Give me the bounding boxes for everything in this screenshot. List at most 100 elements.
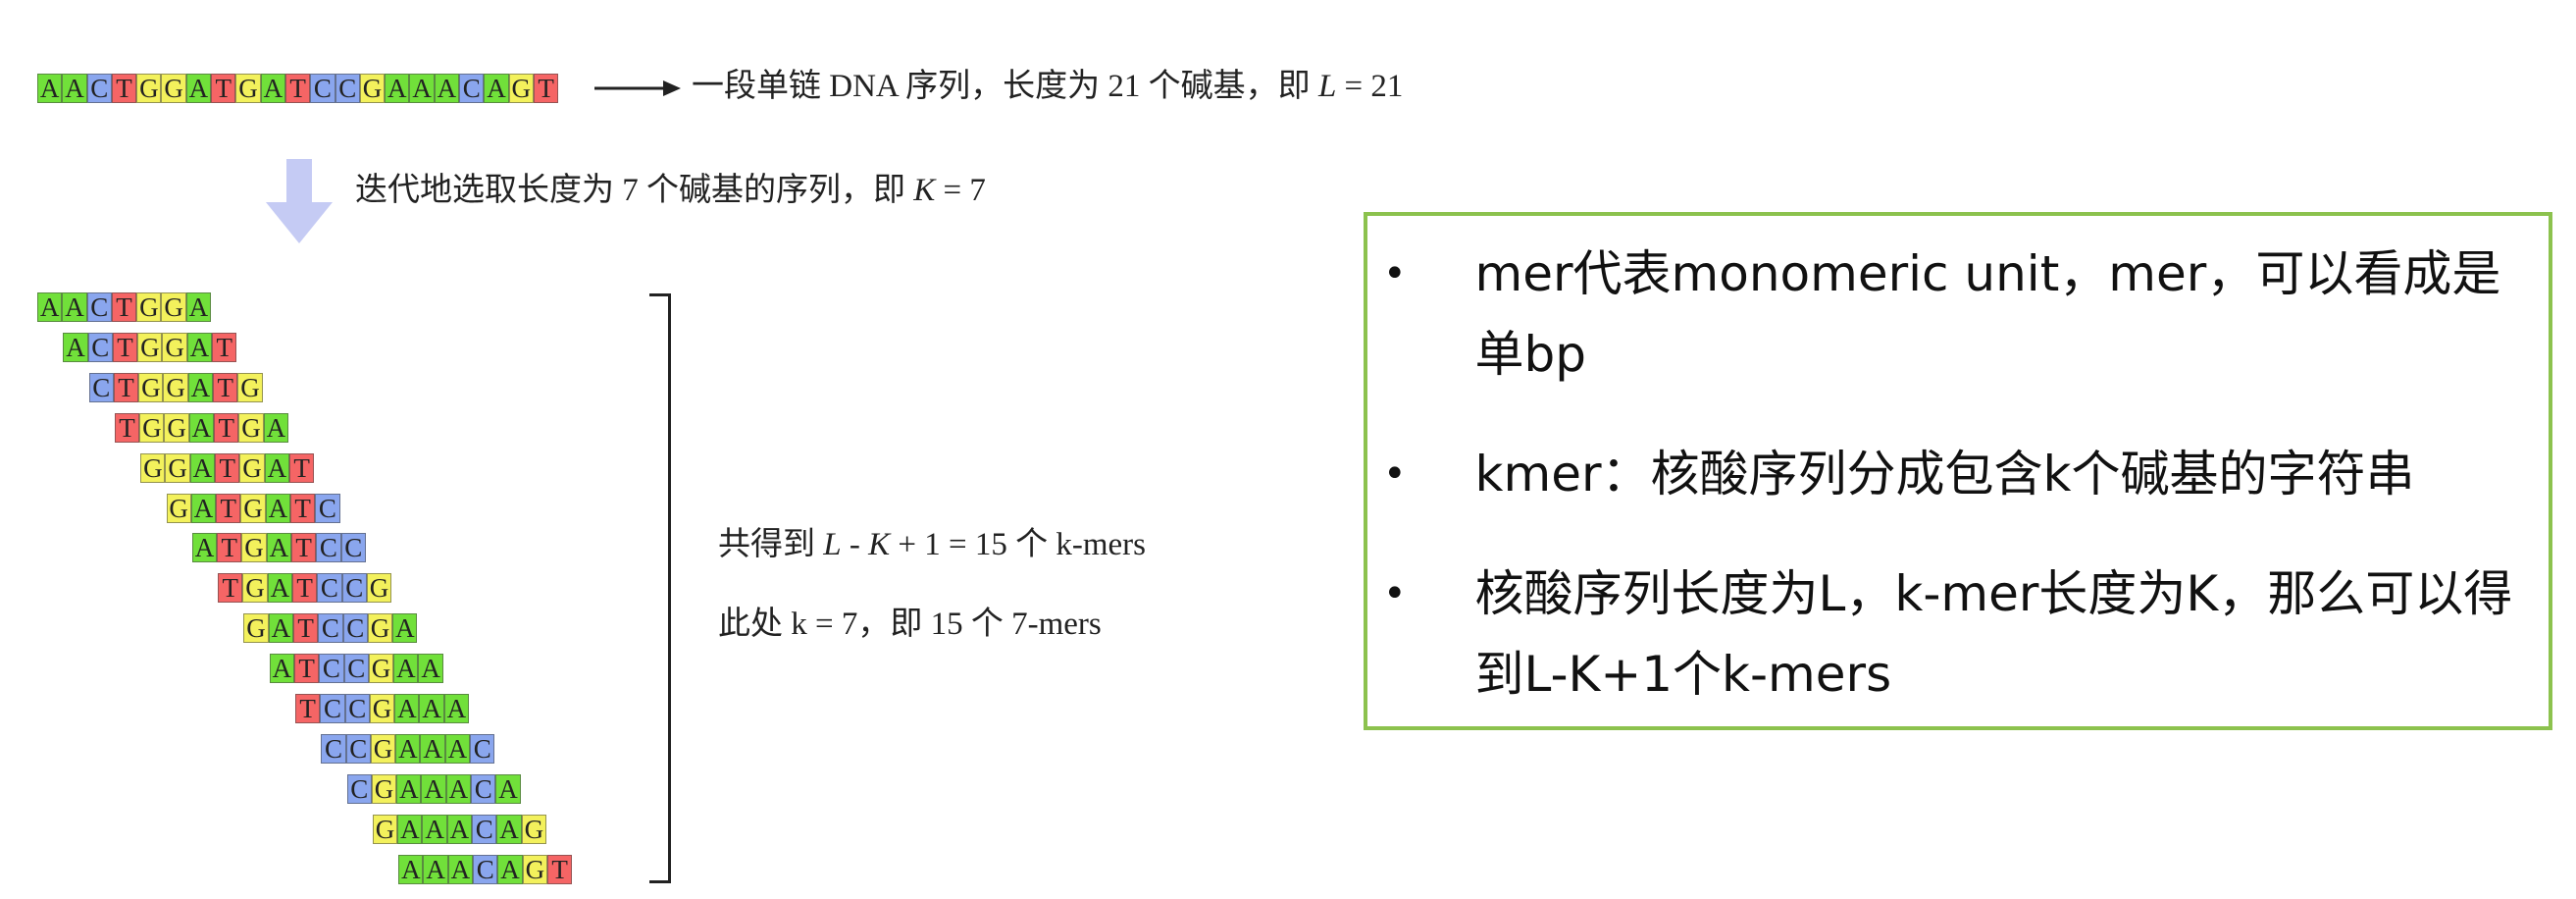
nucleotide-T: T <box>113 372 139 402</box>
nucleotide-G: G <box>162 332 187 362</box>
nucleotide-T: T <box>218 573 243 604</box>
nucleotide-A: A <box>397 814 423 844</box>
nucleotide-T: T <box>112 332 138 362</box>
kmer-bracket <box>649 293 671 883</box>
nucleotide-C: C <box>470 733 495 764</box>
kmer-row: AACTGGA <box>37 292 212 322</box>
nucleotide-G: G <box>371 773 397 804</box>
kmer-row: GATCCGA <box>243 613 418 644</box>
nucleotide-G: G <box>137 332 163 362</box>
nucleotide-T: T <box>216 493 241 523</box>
nucleotide-C: C <box>346 773 372 804</box>
nucleotide-T: T <box>295 694 321 723</box>
nucleotide-G: G <box>521 814 546 844</box>
kmer-row: CTGGATG <box>88 372 263 402</box>
nucleotide-T: T <box>214 412 239 443</box>
nucleotide-A: A <box>188 412 215 443</box>
nucleotide-G: G <box>368 654 394 684</box>
nucleotide-G: G <box>239 452 265 483</box>
nucleotide-G: G <box>138 372 164 402</box>
nucleotide-C: C <box>345 733 371 764</box>
nucleotide-C: C <box>321 733 346 764</box>
nucleotide-A: A <box>392 613 418 644</box>
nucleotide-G: G <box>240 493 266 523</box>
nucleotide-T: T <box>290 533 317 563</box>
nucleotide-A: A <box>189 452 216 483</box>
nucleotide-A: A <box>265 493 290 523</box>
nucleotide-T: T <box>114 412 140 443</box>
nucleotide-G: G <box>243 613 269 644</box>
nucleotide-T: T <box>292 613 319 644</box>
nucleotide-C: C <box>316 533 341 563</box>
nucleotide-A: A <box>186 332 213 362</box>
nucleotide-A: A <box>63 332 88 362</box>
nucleotide-A: A <box>395 733 421 764</box>
nucleotide-C: C <box>318 613 343 644</box>
bullet-icon: • <box>1383 571 1407 616</box>
nucleotide-C: C <box>86 292 112 322</box>
nucleotide-C: C <box>343 654 369 684</box>
nucleotide-G: G <box>163 372 188 402</box>
nucleotide-C: C <box>471 773 496 804</box>
nucleotide-G: G <box>370 733 396 764</box>
bullet-icon: • <box>1383 251 1407 296</box>
nucleotide-G: G <box>166 493 191 523</box>
nucleotide-A: A <box>421 773 446 804</box>
nucleotide-G: G <box>238 412 264 443</box>
kmer-count-example: 此处 k = 7，即 15 个 7-mers <box>718 607 1102 642</box>
nucleotide-A: A <box>191 533 218 563</box>
nucleotide-G: G <box>241 533 267 563</box>
nucleotide-C: C <box>317 573 342 604</box>
nucleotide-T: T <box>546 854 573 884</box>
kmer-row: TCCGAAA <box>295 694 470 723</box>
nucleotide-G: G <box>242 573 268 604</box>
nucleotide-G: G <box>522 854 547 884</box>
nucleotide-A: A <box>419 694 444 723</box>
kmer-row: TGGATGA <box>114 412 288 443</box>
nucleotide-A: A <box>446 814 473 844</box>
nucleotide-A: A <box>443 694 470 723</box>
nucleotide-A: A <box>420 733 445 764</box>
nucleotide-A: A <box>269 654 294 684</box>
nucleotide-A: A <box>263 412 288 443</box>
nucleotide-C: C <box>315 493 340 523</box>
kmer-row: CGAAACA <box>346 773 521 804</box>
nucleotide-T: T <box>213 372 238 402</box>
nucleotide-C: C <box>88 372 114 402</box>
nucleotide-A: A <box>396 773 422 804</box>
nucleotide-C: C <box>320 694 345 723</box>
nucleotide-T: T <box>288 452 315 483</box>
nucleotide-A: A <box>495 773 521 804</box>
nucleotide-A: A <box>447 854 474 884</box>
kmer-row: AAACAGT <box>398 854 573 884</box>
nucleotide-A: A <box>268 613 293 644</box>
nucleotide-A: A <box>496 814 522 844</box>
nucleotide-G: G <box>140 452 166 483</box>
nucleotide-G: G <box>139 412 165 443</box>
nucleotide-A: A <box>423 854 448 884</box>
nucleotide-A: A <box>394 694 420 723</box>
kmer-row: GATGATC <box>166 493 340 523</box>
nucleotide-T: T <box>215 452 240 483</box>
kmer-row: ATCCGAA <box>269 654 443 684</box>
nucleotide-T: T <box>291 573 318 604</box>
nucleotide-C: C <box>342 613 368 644</box>
notes-item: • mer代表monomeric unit，mer，可以看成是单bp <box>1381 234 2549 395</box>
full-sequence-caption: 一段单链 DNA 序列，长度为 21 个碱基，即 L = 21 <box>692 69 1404 104</box>
nucleotide-C: C <box>341 573 367 604</box>
nucleotide-A: A <box>398 854 424 884</box>
nucleotide-C: C <box>319 654 344 684</box>
nucleotide-A: A <box>62 292 87 322</box>
nucleotide-T: T <box>289 493 316 523</box>
nucleotide-A: A <box>393 654 419 684</box>
nucleotide-G: G <box>136 292 162 322</box>
nucleotide-A: A <box>422 814 447 844</box>
nucleotide-G: G <box>369 694 395 723</box>
kmer-row: ATGATCC <box>191 533 366 563</box>
nucleotide-T: T <box>111 292 137 322</box>
nucleotide-A: A <box>497 854 523 884</box>
nucleotide-A: A <box>264 452 289 483</box>
kmer-row: GAAACAG <box>372 814 546 844</box>
nucleotide-C: C <box>87 332 113 362</box>
nucleotide-G: G <box>161 292 186 322</box>
